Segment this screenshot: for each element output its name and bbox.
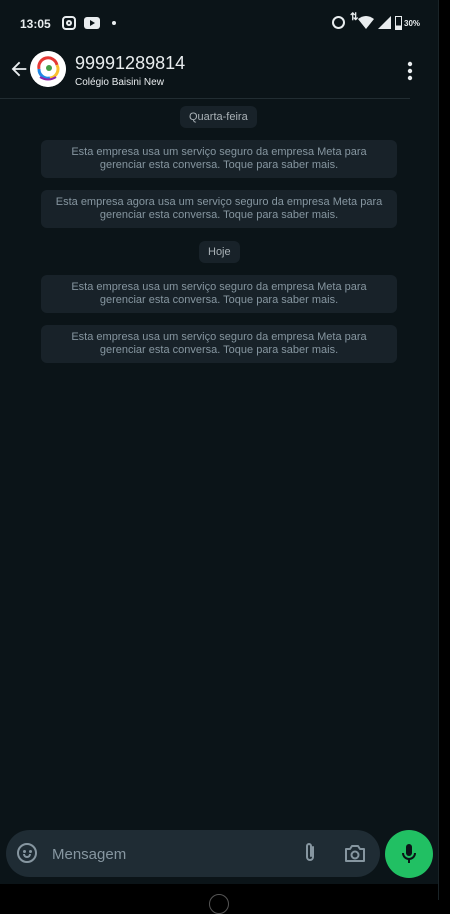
date-chip: Quarta-feira [180,106,257,128]
battery-percent: 30% [404,19,421,28]
chat-header: 99991289814 Colégio Baisini New [0,48,413,99]
battery-icon [395,16,402,30]
mic-button[interactable] [385,830,433,878]
mic-icon [402,844,416,863]
contact-name[interactable]: 99991289814 [75,53,185,74]
status-time: 13:05 [20,17,51,31]
contact-subtitle[interactable]: Colégio Baisini New [75,77,164,88]
date-chip: Hoje [199,241,240,263]
message-composer [6,830,380,877]
system-message[interactable]: Esta empresa usa um serviço seguro da em… [41,275,397,313]
notification-dot-icon [112,21,116,25]
system-message[interactable]: Esta empresa usa um serviço seguro da em… [41,140,397,178]
attach-icon[interactable] [301,842,319,864]
chat-screen: 13:05 ⇅ 30% 99991289814 Colégio Baisini … [0,0,439,900]
home-icon[interactable] [209,894,229,914]
wifi-icon [358,16,374,29]
alarm-icon [332,16,345,29]
system-message[interactable]: Esta empresa agora usa um serviço seguro… [41,190,397,228]
system-message[interactable]: Esta empresa usa um serviço seguro da em… [41,325,397,363]
status-bar: 13:05 ⇅ 30% [0,0,438,48]
instagram-icon [62,16,76,30]
navigation-bar [0,884,438,914]
school-logo-icon [30,51,66,87]
avatar[interactable] [30,51,66,87]
camera-icon[interactable] [344,843,366,863]
more-vert-icon[interactable] [405,60,415,82]
signal-icon [378,16,391,29]
youtube-icon [84,17,100,29]
emoji-icon[interactable] [17,843,37,863]
back-arrow-icon[interactable] [8,58,30,80]
message-input[interactable] [50,838,284,871]
